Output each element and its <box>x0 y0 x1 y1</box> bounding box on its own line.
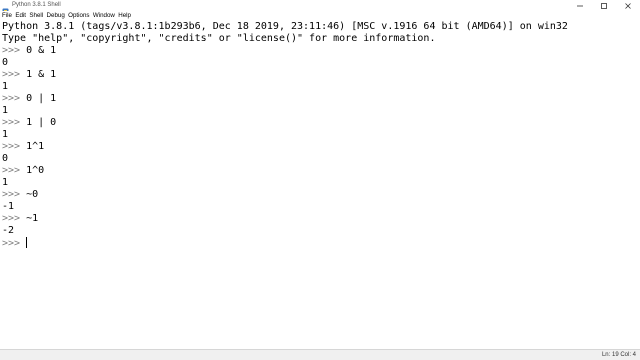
command-line: >>> 0 | 1 <box>2 93 568 105</box>
command-line: >>> 1 | 0 <box>2 117 568 129</box>
command-line: >>> 1 & 1 <box>2 69 568 81</box>
command-line: >>> ~1 <box>2 213 568 225</box>
idle-shell-window: Python 3.8.1 Shell File Edit Shell Debug… <box>0 0 640 360</box>
command-text: 1 & 1 <box>26 69 57 80</box>
prompt: >>> <box>2 189 27 200</box>
version-banner: Python 3.8.1 (tags/v3.8.1:1b293b6, Dec 1… <box>2 21 568 32</box>
menu-help[interactable]: Help <box>117 11 133 21</box>
maximize-button[interactable] <box>592 0 616 11</box>
shell-output: Python 3.8.1 (tags/v3.8.1:1b293b6, Dec 1… <box>2 21 568 249</box>
output-line: 0 <box>2 57 9 68</box>
prompt: >>> <box>2 45 27 56</box>
prompt: >>> <box>2 93 27 104</box>
python-idle-icon <box>2 2 9 15</box>
output-line: 1 <box>2 105 9 116</box>
status-bar: Ln: 19 Col: 4 <box>0 349 640 360</box>
window-title: Python 3.8.1 Shell <box>12 2 61 8</box>
command-line: >>> ~0 <box>2 189 568 201</box>
minimize-button[interactable] <box>568 0 592 11</box>
prompt: >>> <box>2 165 27 176</box>
prompt: >>> <box>2 213 27 224</box>
prompt: >>> <box>2 141 27 152</box>
shell-text-area[interactable]: Python 3.8.1 (tags/v3.8.1:1b293b6, Dec 1… <box>0 21 640 349</box>
command-line: >>> 1^0 <box>2 165 568 177</box>
output-line: 0 <box>2 153 9 164</box>
output-line: -2 <box>2 225 15 236</box>
command-text: 1^0 <box>26 165 45 176</box>
prompt: >>> <box>2 69 27 80</box>
output-line: 1 <box>2 81 9 92</box>
command-text: ~0 <box>26 189 39 200</box>
command-text: ~1 <box>26 213 39 224</box>
menu-bar: File Edit Shell Debug Options Window Hel… <box>0 11 640 21</box>
menu-window[interactable]: Window <box>91 11 116 21</box>
prompt: >>> <box>2 117 27 128</box>
output-line: 1 <box>2 129 9 140</box>
menu-edit[interactable]: Edit <box>14 11 28 21</box>
close-button[interactable] <box>616 0 640 11</box>
active-prompt-line[interactable]: >>> <box>2 237 568 249</box>
output-line: 1 <box>2 177 9 188</box>
command-text: 0 | 1 <box>26 93 57 104</box>
text-cursor <box>26 237 28 248</box>
command-text: 0 & 1 <box>26 45 57 56</box>
menu-debug[interactable]: Debug <box>45 11 67 21</box>
command-text: 1^1 <box>26 141 45 152</box>
cursor-position-indicator: Ln: 19 Col: 4 <box>601 352 636 358</box>
prompt: >>> <box>2 238 27 249</box>
output-line: -1 <box>2 201 15 212</box>
command-line: >>> 0 & 1 <box>2 45 568 57</box>
title-bar[interactable]: Python 3.8.1 Shell <box>0 0 640 15</box>
command-text: 1 | 0 <box>26 117 57 128</box>
command-line: >>> 1^1 <box>2 141 568 153</box>
help-banner: Type "help", "copyright", "credits" or "… <box>2 33 436 44</box>
menu-file[interactable]: File <box>0 11 14 21</box>
menu-shell[interactable]: Shell <box>28 11 45 21</box>
menu-options[interactable]: Options <box>66 11 91 21</box>
